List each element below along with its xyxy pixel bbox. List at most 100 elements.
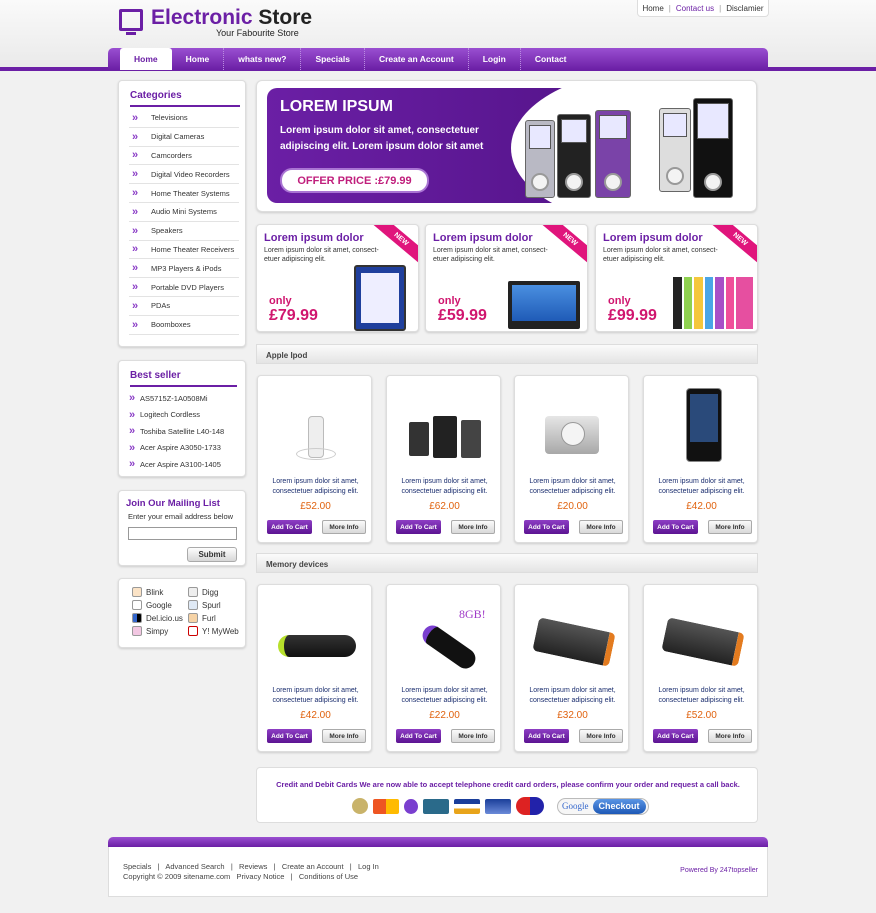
add-to-cart-button[interactable]: Add To Cart: [524, 729, 569, 743]
submit-button[interactable]: Submit: [187, 547, 237, 562]
top-link-home[interactable]: Home: [642, 4, 663, 13]
social-blink[interactable]: Blink: [132, 587, 188, 597]
promo-desc: Lorem ipsum dolor sit amet, consect-etue…: [603, 247, 718, 263]
product-card: Lorem ipsum dolor sit amet, consectetuer…: [643, 584, 758, 752]
nav-whats-new[interactable]: whats new?: [224, 48, 302, 70]
mastercard-icon: [373, 798, 399, 814]
email-field[interactable]: [128, 527, 237, 540]
google-checkout-button[interactable]: Google Checkout: [557, 797, 649, 815]
category-item[interactable]: PDAs: [129, 297, 239, 316]
nav-home[interactable]: Home: [172, 48, 225, 70]
social-digg[interactable]: Digg: [188, 587, 248, 597]
category-item[interactable]: Camcorders: [129, 147, 239, 166]
product-image[interactable]: 8GB!: [407, 595, 486, 677]
more-info-button[interactable]: More Info: [579, 520, 623, 534]
category-item[interactable]: Portable DVD Players: [129, 278, 239, 297]
product-image[interactable]: [661, 595, 745, 677]
promo-price: £79.99: [269, 307, 318, 324]
bestseller-item[interactable]: Acer Aspire A3100-1405: [129, 456, 239, 473]
product-image[interactable]: [278, 595, 356, 677]
more-info-button[interactable]: More Info: [708, 520, 752, 534]
bestseller-item[interactable]: AS5715Z-1A0508Mi: [129, 390, 239, 407]
add-to-cart-button[interactable]: Add To Cart: [396, 729, 441, 743]
promo-desc: Lorem ipsum dolor sit amet, consect-etue…: [433, 247, 548, 263]
more-info-button[interactable]: More Info: [579, 729, 623, 743]
furl-icon: [188, 613, 198, 623]
social-grid: Blink Digg Google Spurl Del.icio.us Furl…: [132, 587, 245, 636]
category-item[interactable]: Speakers: [129, 222, 239, 241]
bestseller-item[interactable]: Toshiba Satellite L40-148: [129, 423, 239, 440]
hero-banner[interactable]: LOREM IPSUM Lorem ipsum dolor sit amet, …: [256, 80, 757, 212]
nav-specials[interactable]: Specials: [301, 48, 365, 70]
ipod-nano-image: [673, 277, 753, 329]
social-simpy[interactable]: Simpy: [132, 626, 188, 636]
social-myweb[interactable]: Y! MyWeb: [188, 626, 248, 636]
add-to-cart-button[interactable]: Add To Cart: [396, 520, 441, 534]
promo-price: £59.99: [438, 307, 487, 324]
more-info-button[interactable]: More Info: [322, 729, 366, 743]
category-item[interactable]: Boomboxes: [129, 316, 239, 335]
nav-home-active[interactable]: Home: [120, 48, 172, 70]
top-link-contact[interactable]: Contact us: [676, 4, 714, 13]
product-desc: Lorem ipsum dolor sit amet, consectetuer…: [401, 687, 488, 704]
product-card: Lorem ipsum dolor sit amet, consectetuer…: [257, 584, 372, 752]
social-google[interactable]: Google: [132, 600, 188, 610]
add-to-cart-button[interactable]: Add To Cart: [653, 729, 698, 743]
more-info-button[interactable]: More Info: [451, 729, 495, 743]
categories-title: Categories: [130, 90, 240, 107]
product-price: £52.00: [686, 710, 717, 721]
bestseller-item[interactable]: Logitech Cordless: [129, 407, 239, 424]
social-delicious[interactable]: Del.icio.us: [132, 613, 188, 623]
product-image[interactable]: [407, 386, 482, 468]
category-item[interactable]: Home Theater Systems: [129, 184, 239, 203]
more-info-button[interactable]: More Info: [451, 520, 495, 534]
category-item[interactable]: Home Theater Receivers: [129, 241, 239, 260]
product-image[interactable]: [532, 595, 616, 677]
more-info-button[interactable]: More Info: [322, 520, 366, 534]
promo-only: only: [438, 295, 461, 307]
mailing-list-box: Join Our Mailing List Enter your email a…: [118, 490, 246, 566]
offer-price-badge[interactable]: OFFER PRICE :£79.99: [280, 168, 429, 193]
logo-accent: Electronic: [151, 6, 253, 29]
product-desc: Lorem ipsum dolor sit amet, consectetuer…: [658, 478, 745, 495]
footer-nav-links[interactable]: Specials | Advanced Search | Reviews | C…: [123, 862, 379, 872]
add-to-cart-button[interactable]: Add To Cart: [267, 520, 312, 534]
add-to-cart-button[interactable]: Add To Cart: [524, 520, 569, 534]
category-item[interactable]: Televisions: [129, 109, 239, 128]
product-desc: Lorem ipsum dolor sit amet, consectetuer…: [272, 478, 359, 495]
promo-card[interactable]: Lorem ipsum dolor Lorem ipsum dolor sit …: [256, 224, 419, 332]
bestseller-title: Best seller: [130, 370, 237, 387]
hero-banner-inner: LOREM IPSUM Lorem ipsum dolor sit amet, …: [267, 88, 745, 203]
add-to-cart-button[interactable]: Add To Cart: [267, 729, 312, 743]
logo-title: Electronic Store: [151, 7, 312, 29]
category-item[interactable]: Audio Mini Systems: [129, 203, 239, 222]
monitor-icon: [119, 9, 143, 35]
nav-contact[interactable]: Contact: [521, 48, 581, 70]
more-info-button[interactable]: More Info: [708, 729, 752, 743]
category-item[interactable]: Digital Cameras: [129, 128, 239, 147]
category-item[interactable]: Digital Video Recorders: [129, 165, 239, 185]
product-image[interactable]: [278, 386, 353, 468]
nav-create-account[interactable]: Create an Account: [365, 48, 469, 70]
nav-login[interactable]: Login: [469, 48, 521, 70]
powered-by[interactable]: Powered By 247topseller: [680, 867, 758, 874]
social-spurl[interactable]: Spurl: [188, 600, 248, 610]
payment-cards: Google Checkout: [352, 797, 649, 815]
add-to-cart-button[interactable]: Add To Cart: [653, 520, 698, 534]
promo-only: only: [269, 295, 292, 307]
social-furl[interactable]: Furl: [188, 613, 248, 623]
product-image[interactable]: [535, 386, 610, 468]
bestseller-item[interactable]: Acer Aspire A3050-1733: [129, 440, 239, 457]
product-image[interactable]: [664, 386, 739, 468]
promo-card[interactable]: Lorem ipsum dolor Lorem ipsum dolor sit …: [425, 224, 588, 332]
social-label: Simpy: [146, 626, 169, 636]
ipod-image: [557, 114, 591, 198]
top-link-disclaimer[interactable]: Disclamier: [726, 4, 763, 13]
product-card: Lorem ipsum dolor sit amet, consectetuer…: [643, 375, 758, 543]
category-item[interactable]: MP3 Players & iPods: [129, 259, 239, 279]
solo-icon: [404, 798, 418, 814]
promo-only: only: [608, 295, 631, 307]
promo-card[interactable]: Lorem ipsum dolor Lorem ipsum dolor sit …: [595, 224, 758, 332]
maestro-icon: [516, 797, 544, 815]
categories-list: Televisions Digital Cameras Camcorders D…: [129, 109, 239, 335]
